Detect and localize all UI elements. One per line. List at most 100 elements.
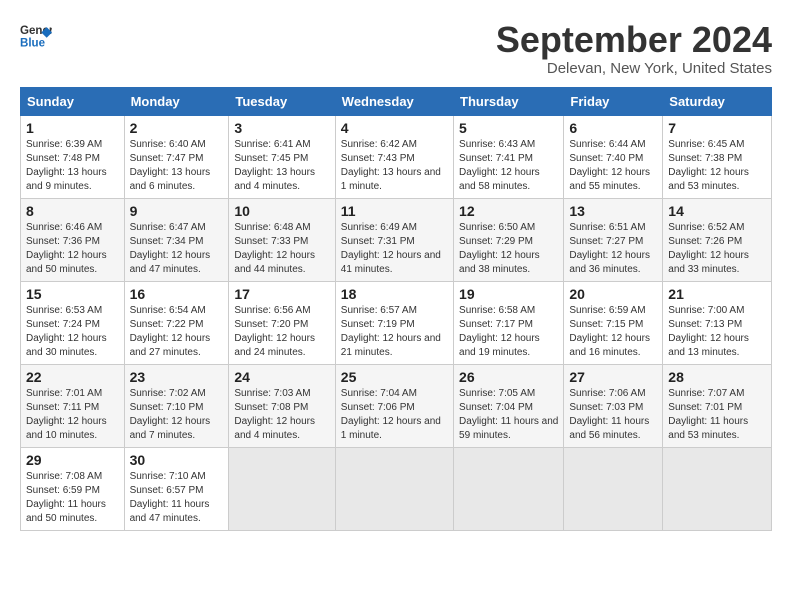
day-number: 26	[459, 369, 558, 385]
svg-text:Blue: Blue	[20, 38, 46, 50]
calendar-cell: 10 Sunrise: 6:48 AMSunset: 7:33 PMDayligh…	[229, 198, 335, 281]
day-number: 22	[26, 369, 119, 385]
day-detail: Sunrise: 6:40 AMSunset: 7:47 PMDaylight:…	[130, 138, 224, 194]
logo: General Blue	[20, 20, 52, 52]
column-header-monday: Monday	[124, 87, 229, 115]
calendar-cell: 12 Sunrise: 6:50 AMSunset: 7:29 PMDayligh…	[454, 198, 564, 281]
calendar-cell: 22 Sunrise: 7:01 AMSunset: 7:11 PMDayligh…	[21, 364, 125, 447]
day-number: 9	[130, 203, 224, 219]
column-header-friday: Friday	[564, 87, 663, 115]
calendar-cell: 26 Sunrise: 7:05 AMSunset: 7:04 PMDayligh…	[454, 364, 564, 447]
calendar-cell: 28 Sunrise: 7:07 AMSunset: 7:01 PMDayligh…	[663, 364, 772, 447]
column-header-saturday: Saturday	[663, 87, 772, 115]
day-detail: Sunrise: 6:59 AMSunset: 7:15 PMDaylight:…	[569, 304, 657, 360]
day-detail: Sunrise: 7:05 AMSunset: 7:04 PMDaylight:…	[459, 387, 558, 443]
calendar-cell: 3 Sunrise: 6:41 AMSunset: 7:45 PMDaylight…	[229, 115, 335, 198]
calendar-cell: 17 Sunrise: 6:56 AMSunset: 7:20 PMDayligh…	[229, 281, 335, 364]
day-detail: Sunrise: 7:08 AMSunset: 6:59 PMDaylight:…	[26, 470, 119, 526]
calendar-cell: 9 Sunrise: 6:47 AMSunset: 7:34 PMDaylight…	[124, 198, 229, 281]
main-title: September 2024	[496, 20, 772, 60]
day-number: 13	[569, 203, 657, 219]
day-number: 17	[234, 286, 329, 302]
calendar-cell: 30Sunrise: 7:10 AMSunset: 6:57 PMDayligh…	[124, 447, 229, 530]
day-number: 11	[341, 203, 448, 219]
day-number: 25	[341, 369, 448, 385]
day-detail: Sunrise: 6:58 AMSunset: 7:17 PMDaylight:…	[459, 304, 558, 360]
day-detail: Sunrise: 6:43 AMSunset: 7:41 PMDaylight:…	[459, 138, 558, 194]
calendar-table: SundayMondayTuesdayWednesdayThursdayFrid…	[20, 87, 772, 531]
calendar-week-row: 29 Sunrise: 7:08 AMSunset: 6:59 PMDayligh…	[21, 447, 772, 530]
day-detail: Sunrise: 6:53 AMSunset: 7:24 PMDaylight:…	[26, 304, 119, 360]
day-number: 6	[569, 120, 657, 136]
day-number: 1	[26, 120, 119, 136]
calendar-cell: 27 Sunrise: 7:06 AMSunset: 7:03 PMDayligh…	[564, 364, 663, 447]
day-detail: Sunrise: 6:49 AMSunset: 7:31 PMDaylight:…	[341, 221, 448, 277]
day-detail: Sunrise: 6:54 AMSunset: 7:22 PMDaylight:…	[130, 304, 224, 360]
column-header-sunday: Sunday	[21, 87, 125, 115]
day-detail: Sunrise: 6:57 AMSunset: 7:19 PMDaylight:…	[341, 304, 448, 360]
calendar-cell: 11 Sunrise: 6:49 AMSunset: 7:31 PMDayligh…	[335, 198, 453, 281]
calendar-cell	[454, 447, 564, 530]
day-number: 12	[459, 203, 558, 219]
day-detail: Sunrise: 6:52 AMSunset: 7:26 PMDaylight:…	[668, 221, 766, 277]
day-number: 3	[234, 120, 329, 136]
column-header-tuesday: Tuesday	[229, 87, 335, 115]
calendar-cell: 20 Sunrise: 6:59 AMSunset: 7:15 PMDayligh…	[564, 281, 663, 364]
day-number: 10	[234, 203, 329, 219]
day-number: 28	[668, 369, 766, 385]
day-detail: Sunrise: 7:01 AMSunset: 7:11 PMDaylight:…	[26, 387, 119, 443]
day-number: 30	[130, 452, 224, 468]
calendar-cell	[564, 447, 663, 530]
day-detail: Sunrise: 6:48 AMSunset: 7:33 PMDaylight:…	[234, 221, 329, 277]
day-number: 24	[234, 369, 329, 385]
calendar-week-row: 1 Sunrise: 6:39 AMSunset: 7:48 PMDaylight…	[21, 115, 772, 198]
column-header-wednesday: Wednesday	[335, 87, 453, 115]
day-detail: Sunrise: 7:04 AMSunset: 7:06 PMDaylight:…	[341, 387, 448, 443]
day-number: 5	[459, 120, 558, 136]
calendar-cell: 18 Sunrise: 6:57 AMSunset: 7:19 PMDayligh…	[335, 281, 453, 364]
day-number: 18	[341, 286, 448, 302]
day-detail: Sunrise: 7:03 AMSunset: 7:08 PMDaylight:…	[234, 387, 329, 443]
calendar-cell: 7 Sunrise: 6:45 AMSunset: 7:38 PMDaylight…	[663, 115, 772, 198]
day-number: 7	[668, 120, 766, 136]
calendar-cell: 4 Sunrise: 6:42 AMSunset: 7:43 PMDaylight…	[335, 115, 453, 198]
day-detail: Sunrise: 6:47 AMSunset: 7:34 PMDaylight:…	[130, 221, 224, 277]
day-detail: Sunrise: 6:42 AMSunset: 7:43 PMDaylight:…	[341, 138, 448, 194]
day-detail: Sunrise: 6:56 AMSunset: 7:20 PMDaylight:…	[234, 304, 329, 360]
day-number: 19	[459, 286, 558, 302]
calendar-cell: 15 Sunrise: 6:53 AMSunset: 7:24 PMDayligh…	[21, 281, 125, 364]
day-detail: Sunrise: 6:39 AMSunset: 7:48 PMDaylight:…	[26, 138, 119, 194]
calendar-cell: 2Sunrise: 6:40 AMSunset: 7:47 PMDaylight…	[124, 115, 229, 198]
calendar-cell: 1 Sunrise: 6:39 AMSunset: 7:48 PMDaylight…	[21, 115, 125, 198]
day-detail: Sunrise: 6:45 AMSunset: 7:38 PMDaylight:…	[668, 138, 766, 194]
calendar-cell: 29 Sunrise: 7:08 AMSunset: 6:59 PMDayligh…	[21, 447, 125, 530]
calendar-cell: 8 Sunrise: 6:46 AMSunset: 7:36 PMDaylight…	[21, 198, 125, 281]
day-number: 15	[26, 286, 119, 302]
day-number: 21	[668, 286, 766, 302]
day-number: 27	[569, 369, 657, 385]
day-detail: Sunrise: 7:02 AMSunset: 7:10 PMDaylight:…	[130, 387, 224, 443]
day-number: 29	[26, 452, 119, 468]
calendar-cell: 24 Sunrise: 7:03 AMSunset: 7:08 PMDayligh…	[229, 364, 335, 447]
day-detail: Sunrise: 7:06 AMSunset: 7:03 PMDaylight:…	[569, 387, 657, 443]
day-number: 16	[130, 286, 224, 302]
day-detail: Sunrise: 6:44 AMSunset: 7:40 PMDaylight:…	[569, 138, 657, 194]
day-detail: Sunrise: 7:00 AMSunset: 7:13 PMDaylight:…	[668, 304, 766, 360]
calendar-week-row: 8 Sunrise: 6:46 AMSunset: 7:36 PMDaylight…	[21, 198, 772, 281]
day-detail: Sunrise: 7:07 AMSunset: 7:01 PMDaylight:…	[668, 387, 766, 443]
day-detail: Sunrise: 6:50 AMSunset: 7:29 PMDaylight:…	[459, 221, 558, 277]
calendar-cell: 23Sunrise: 7:02 AMSunset: 7:10 PMDayligh…	[124, 364, 229, 447]
calendar-cell: 13Sunrise: 6:51 AMSunset: 7:27 PMDayligh…	[564, 198, 663, 281]
calendar-cell: 21 Sunrise: 7:00 AMSunset: 7:13 PMDayligh…	[663, 281, 772, 364]
header: General Blue September 2024 Delevan, New…	[20, 20, 772, 77]
day-number: 4	[341, 120, 448, 136]
day-detail: Sunrise: 6:41 AMSunset: 7:45 PMDaylight:…	[234, 138, 329, 194]
column-header-thursday: Thursday	[454, 87, 564, 115]
calendar-week-row: 22 Sunrise: 7:01 AMSunset: 7:11 PMDayligh…	[21, 364, 772, 447]
calendar-cell	[229, 447, 335, 530]
day-number: 20	[569, 286, 657, 302]
title-area: September 2024 Delevan, New York, United…	[496, 20, 772, 77]
calendar-cell: 25 Sunrise: 7:04 AMSunset: 7:06 PMDayligh…	[335, 364, 453, 447]
day-number: 8	[26, 203, 119, 219]
day-detail: Sunrise: 6:46 AMSunset: 7:36 PMDaylight:…	[26, 221, 119, 277]
